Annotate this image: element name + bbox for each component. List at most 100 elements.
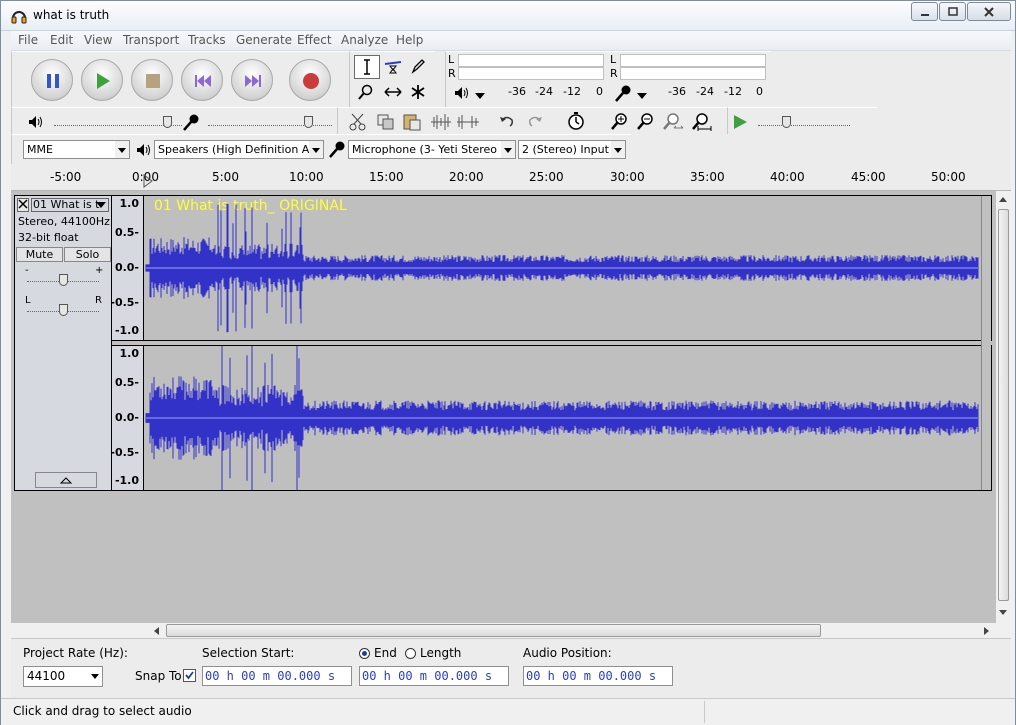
menu-analyze[interactable]: Analyze bbox=[341, 33, 388, 47]
undo-icon[interactable] bbox=[498, 113, 516, 131]
selection-end-field[interactable]: 00 h 00 m 00.000 s bbox=[359, 666, 509, 686]
amplitude-scale: 1.0 0.5- 0.0- -0.5- -1.0 1.0 0.5- 0.0- -… bbox=[110, 196, 144, 490]
solo-button[interactable]: Solo bbox=[64, 247, 111, 262]
play-speed-slider[interactable] bbox=[758, 116, 850, 126]
record-button[interactable] bbox=[289, 59, 331, 101]
chevron-down-icon[interactable] bbox=[474, 90, 486, 102]
menu-help[interactable]: Help bbox=[396, 33, 423, 47]
selection-tool[interactable] bbox=[354, 55, 380, 79]
menu-effect[interactable]: Effect bbox=[297, 33, 332, 47]
zoom-out-icon[interactable] bbox=[636, 112, 656, 132]
play-tick-12: -12 bbox=[724, 85, 742, 98]
mute-button[interactable]: Mute bbox=[16, 247, 63, 262]
length-radio[interactable] bbox=[405, 648, 416, 659]
play-at-speed-icon[interactable] bbox=[731, 113, 749, 131]
snap-to-checkbox[interactable] bbox=[183, 669, 196, 682]
waveform-right-channel[interactable] bbox=[144, 346, 981, 490]
end-radio[interactable] bbox=[359, 648, 370, 659]
time-shift-tool[interactable] bbox=[380, 81, 406, 105]
menu-view[interactable]: View bbox=[84, 33, 112, 47]
scroll-up-icon[interactable] bbox=[998, 195, 1008, 203]
end-label: End bbox=[374, 646, 397, 660]
output-device-select[interactable]: Speakers (High Definition Audi bbox=[154, 140, 324, 159]
pan-knob[interactable] bbox=[59, 304, 68, 316]
multi-tool[interactable] bbox=[406, 81, 432, 105]
copy-icon[interactable] bbox=[376, 113, 396, 131]
rec-meter-r: R bbox=[448, 67, 456, 80]
play-button[interactable] bbox=[81, 59, 123, 101]
input-channels-select[interactable]: 2 (Stereo) Input C bbox=[518, 140, 626, 159]
left-frame bbox=[1, 31, 11, 698]
ruler-tick: 10:00 bbox=[289, 170, 324, 184]
vertical-scroll-thumb[interactable] bbox=[998, 209, 1009, 601]
audio-position-value: 00 h 00 m 00.000 s bbox=[526, 669, 657, 683]
collapse-track-button[interactable] bbox=[35, 472, 97, 488]
stop-button[interactable] bbox=[131, 59, 173, 101]
playback-volume-knob[interactable] bbox=[163, 116, 172, 128]
skip-to-end-button[interactable] bbox=[231, 59, 273, 101]
track-name-menu[interactable]: 01 What is t bbox=[31, 198, 109, 212]
zoom-tool[interactable] bbox=[354, 81, 380, 105]
menu-transport[interactable]: Transport bbox=[123, 33, 179, 47]
play-speed-knob[interactable] bbox=[782, 116, 791, 128]
scale-label: -1.0 bbox=[114, 324, 139, 337]
playback-meter-right[interactable] bbox=[620, 67, 766, 80]
selection-start-field[interactable]: 00 h 00 m 00.000 s bbox=[202, 666, 352, 686]
record-volume-knob[interactable] bbox=[304, 116, 313, 128]
silence-icon[interactable] bbox=[456, 113, 480, 131]
status-text: Click and drag to select audio bbox=[13, 704, 192, 718]
record-meter-left[interactable] bbox=[458, 54, 604, 67]
pause-button[interactable] bbox=[31, 59, 73, 101]
fit-selection-icon[interactable] bbox=[662, 112, 684, 132]
minimize-button[interactable] bbox=[911, 2, 938, 21]
trim-icon[interactable] bbox=[430, 113, 452, 131]
redo-icon[interactable] bbox=[526, 113, 544, 131]
rec-tick-24: -24 bbox=[535, 85, 553, 98]
gain-knob[interactable] bbox=[59, 274, 68, 286]
envelope-tool[interactable] bbox=[380, 55, 406, 79]
skip-to-start-button[interactable] bbox=[181, 59, 223, 101]
close-button[interactable] bbox=[967, 2, 1011, 21]
audio-track[interactable]: 01 What is t Stereo, 44100Hz 32-bit floa… bbox=[14, 195, 992, 491]
menu-tracks[interactable]: Tracks bbox=[188, 33, 226, 47]
record-volume-slider[interactable] bbox=[208, 116, 332, 126]
cut-icon[interactable] bbox=[348, 113, 368, 131]
record-meter-right[interactable] bbox=[458, 67, 604, 80]
waveform-left-channel[interactable]: 01 What is truth_ ORIGINAL bbox=[144, 196, 981, 340]
ruler-tick: 35:00 bbox=[690, 170, 725, 184]
track-close-button[interactable] bbox=[17, 198, 29, 212]
scroll-right-icon[interactable] bbox=[983, 626, 991, 636]
horizontal-scroll-thumb[interactable] bbox=[166, 624, 821, 637]
menu-file[interactable]: File bbox=[18, 33, 38, 47]
meter-toolbar: L R L R -36 -24 -12 0 -36 -24 -12 0 bbox=[445, 51, 771, 107]
scroll-down-icon[interactable] bbox=[998, 609, 1008, 617]
project-rate-select[interactable]: 44100 bbox=[23, 666, 103, 687]
input-device-select[interactable]: Microphone (3- Yeti Stereo Mic bbox=[348, 140, 516, 159]
ruler-tick: 30:00 bbox=[610, 170, 645, 184]
scale-label: -0.5- bbox=[110, 296, 139, 309]
menu-generate[interactable]: Generate bbox=[236, 33, 292, 47]
fit-project-icon[interactable] bbox=[690, 112, 712, 132]
timeline-ruler[interactable]: -5:00 0:00 5:00 10:00 15:00 20:00 25:00 … bbox=[11, 164, 1011, 191]
chevron-down-icon[interactable] bbox=[636, 90, 648, 102]
vertical-scrollbar[interactable] bbox=[996, 191, 1011, 623]
paste-icon[interactable] bbox=[402, 113, 422, 131]
draw-tool[interactable] bbox=[406, 55, 432, 79]
audio-position-field[interactable]: 00 h 00 m 00.000 s bbox=[523, 666, 673, 686]
play-tick-36: -36 bbox=[668, 85, 686, 98]
audio-host-select[interactable]: MME bbox=[23, 140, 130, 159]
zoom-in-icon[interactable] bbox=[610, 112, 630, 132]
horizontal-scrollbar[interactable] bbox=[149, 623, 996, 638]
track-area[interactable]: 01 What is t Stereo, 44100Hz 32-bit floa… bbox=[11, 191, 996, 623]
maximize-button[interactable] bbox=[939, 2, 966, 21]
scale-label: 1.0 bbox=[119, 347, 140, 360]
ruler-tick: -5:00 bbox=[50, 170, 82, 184]
skip-start-icon bbox=[195, 75, 211, 87]
playback-meter-left[interactable] bbox=[620, 54, 766, 67]
scale-label: 1.0 bbox=[119, 197, 140, 210]
scroll-left-icon[interactable] bbox=[152, 626, 160, 636]
checkmark-icon bbox=[185, 671, 194, 680]
sync-lock-icon[interactable] bbox=[566, 111, 586, 131]
menu-edit[interactable]: Edit bbox=[50, 33, 73, 47]
scale-label: 0.0- bbox=[114, 411, 139, 424]
